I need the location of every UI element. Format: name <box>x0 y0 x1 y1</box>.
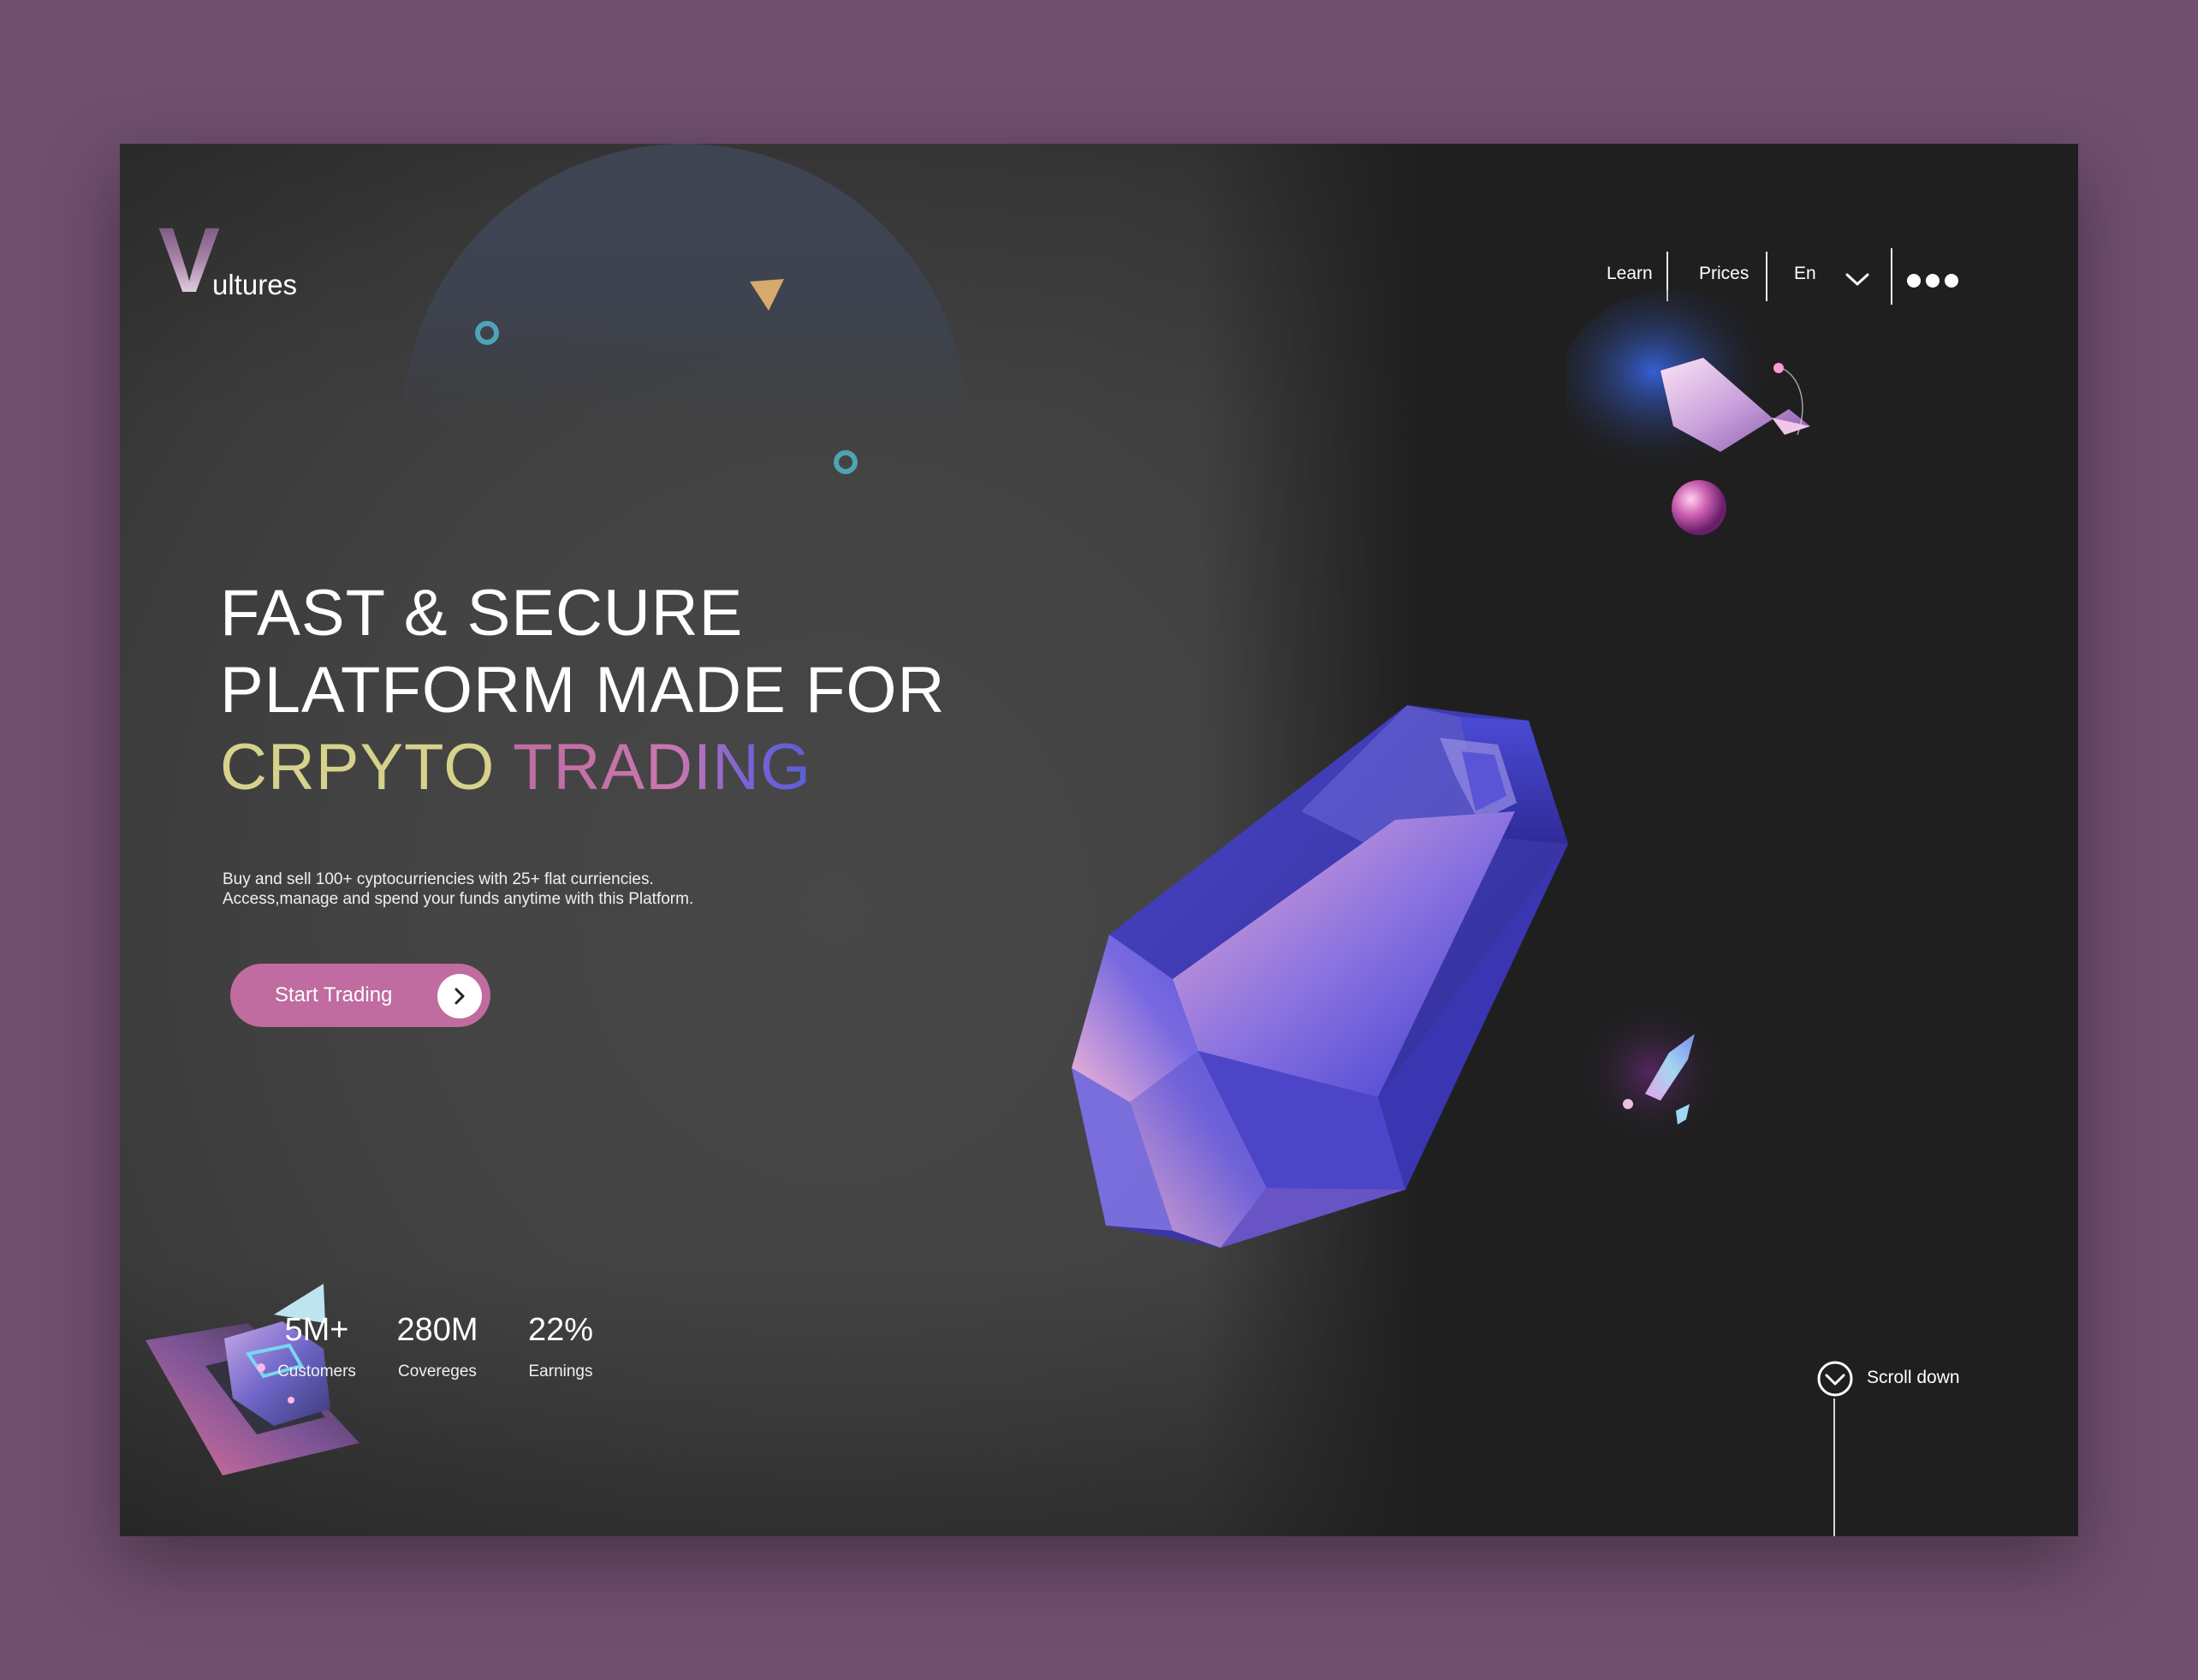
hero-description: Buy and sell 100+ cyptocurriencies with … <box>223 870 694 908</box>
tiny-crystal-illustration <box>1575 1000 1729 1145</box>
app-frame: V ultures Learn Prices En FAST & SECURE … <box>120 144 2078 1536</box>
start-trading-label: Start Trading <box>275 983 393 1006</box>
nav-learn[interactable]: Learn <box>1607 264 1653 284</box>
scroll-down-label: Scroll down <box>1867 1368 1960 1387</box>
hero-title-crypto: CRPYTO <box>220 731 496 804</box>
scroll-down-button[interactable]: Scroll down <box>1816 1360 1960 1398</box>
cube-illustration <box>146 1284 359 1475</box>
hero-title-trading: TRADING <box>513 731 812 804</box>
scroll-line <box>1833 1398 1835 1536</box>
start-trading-button[interactable]: Start Trading <box>230 964 490 1027</box>
nav-prices[interactable]: Prices <box>1699 264 1749 284</box>
stat-label: Customers <box>277 1362 356 1380</box>
decorative-ring-2 <box>834 450 858 474</box>
logo-wordmark: ultures <box>212 269 298 300</box>
logo-initial: V <box>158 208 221 312</box>
decorative-triangle <box>750 279 784 311</box>
decorative-ring-1 <box>475 321 499 345</box>
gem-illustration <box>1072 705 1568 1248</box>
arrow-right-icon <box>437 974 482 1018</box>
hero-title-line-2: PLATFORM MADE FOR <box>220 654 946 727</box>
stat-value: 280M <box>396 1312 478 1348</box>
chevron-down-icon <box>1845 273 1869 286</box>
stat-earnings: 22% Earnings <box>514 1312 608 1381</box>
stat-label: Earnings <box>528 1362 593 1380</box>
scroll-down-icon <box>1817 1361 1853 1397</box>
hero-title-line-1: FAST & SECURE <box>220 577 744 650</box>
stat-customers: 5M+ Customers <box>270 1312 364 1381</box>
more-dots-icon[interactable] <box>1907 274 1958 288</box>
hero-title: FAST & SECURE PLATFORM MADE FOR CRPYTO T… <box>220 575 945 806</box>
stat-label: Covereges <box>398 1362 477 1380</box>
stat-coverages: 280M Covereges <box>373 1312 502 1381</box>
language-label: En <box>1794 264 1816 283</box>
stat-value: 22% <box>527 1312 594 1348</box>
nav-divider-3 <box>1891 248 1892 305</box>
small-crystal-illustration <box>1566 289 1810 535</box>
stat-value: 5M+ <box>284 1312 349 1348</box>
hero-title-line-3: CRPYTO TRADING <box>220 729 945 806</box>
